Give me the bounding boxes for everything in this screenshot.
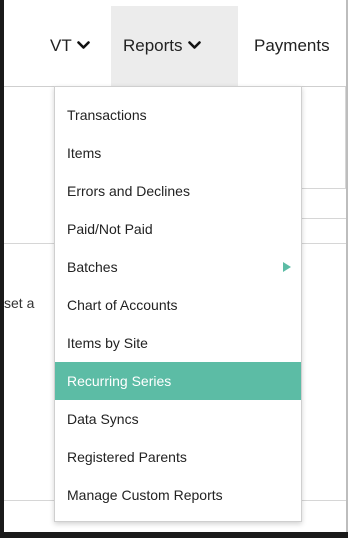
background-text: set a [4,295,35,311]
menu-item-label: Paid/Not Paid [67,221,153,237]
menu-item-recurring-series[interactable]: Recurring Series [55,362,301,400]
menu-item-transactions[interactable]: Transactions [55,96,301,134]
nav-payments-label: Payments [254,36,330,55]
nav-vt-label: VT [50,36,72,55]
reports-dropdown-menu: Transactions Items Errors and Declines P… [54,86,302,522]
nav-vt[interactable]: VT [50,6,90,86]
content-divider [302,188,346,189]
window-frame-bottom [0,532,348,538]
menu-item-label: Errors and Declines [67,183,190,199]
caret-right-icon [283,262,291,272]
menu-item-label: Batches [67,259,118,275]
menu-item-manage-custom-reports[interactable]: Manage Custom Reports [55,476,301,514]
menu-item-label: Data Syncs [67,411,139,427]
content-divider [345,87,346,188]
menu-item-label: Items [67,145,102,161]
menu-item-label: Chart of Accounts [67,297,178,313]
menu-item-chart-of-accounts[interactable]: Chart of Accounts [55,286,301,324]
menu-item-items[interactable]: Items [55,134,301,172]
menu-item-data-syncs[interactable]: Data Syncs [55,400,301,438]
top-navbar: VT Reports Payments [4,6,346,87]
menu-item-registered-parents[interactable]: Registered Parents [55,438,301,476]
menu-item-errors-and-declines[interactable]: Errors and Declines [55,172,301,210]
menu-item-label: Recurring Series [67,373,172,389]
menu-item-label: Transactions [67,107,147,123]
chevron-down-icon [187,40,201,49]
menu-item-label: Registered Parents [67,449,187,465]
menu-item-label: Items by Site [67,335,148,351]
menu-item-label: Manage Custom Reports [67,487,223,503]
chevron-down-icon [76,40,90,49]
menu-item-items-by-site[interactable]: Items by Site [55,324,301,362]
menu-item-paid-not-paid[interactable]: Paid/Not Paid [55,210,301,248]
nav-reports-label: Reports [123,36,183,55]
nav-payments[interactable]: Payments [254,6,330,86]
menu-item-batches[interactable]: Batches [55,248,301,286]
nav-reports[interactable]: Reports [111,6,238,86]
content-divider [302,218,346,219]
